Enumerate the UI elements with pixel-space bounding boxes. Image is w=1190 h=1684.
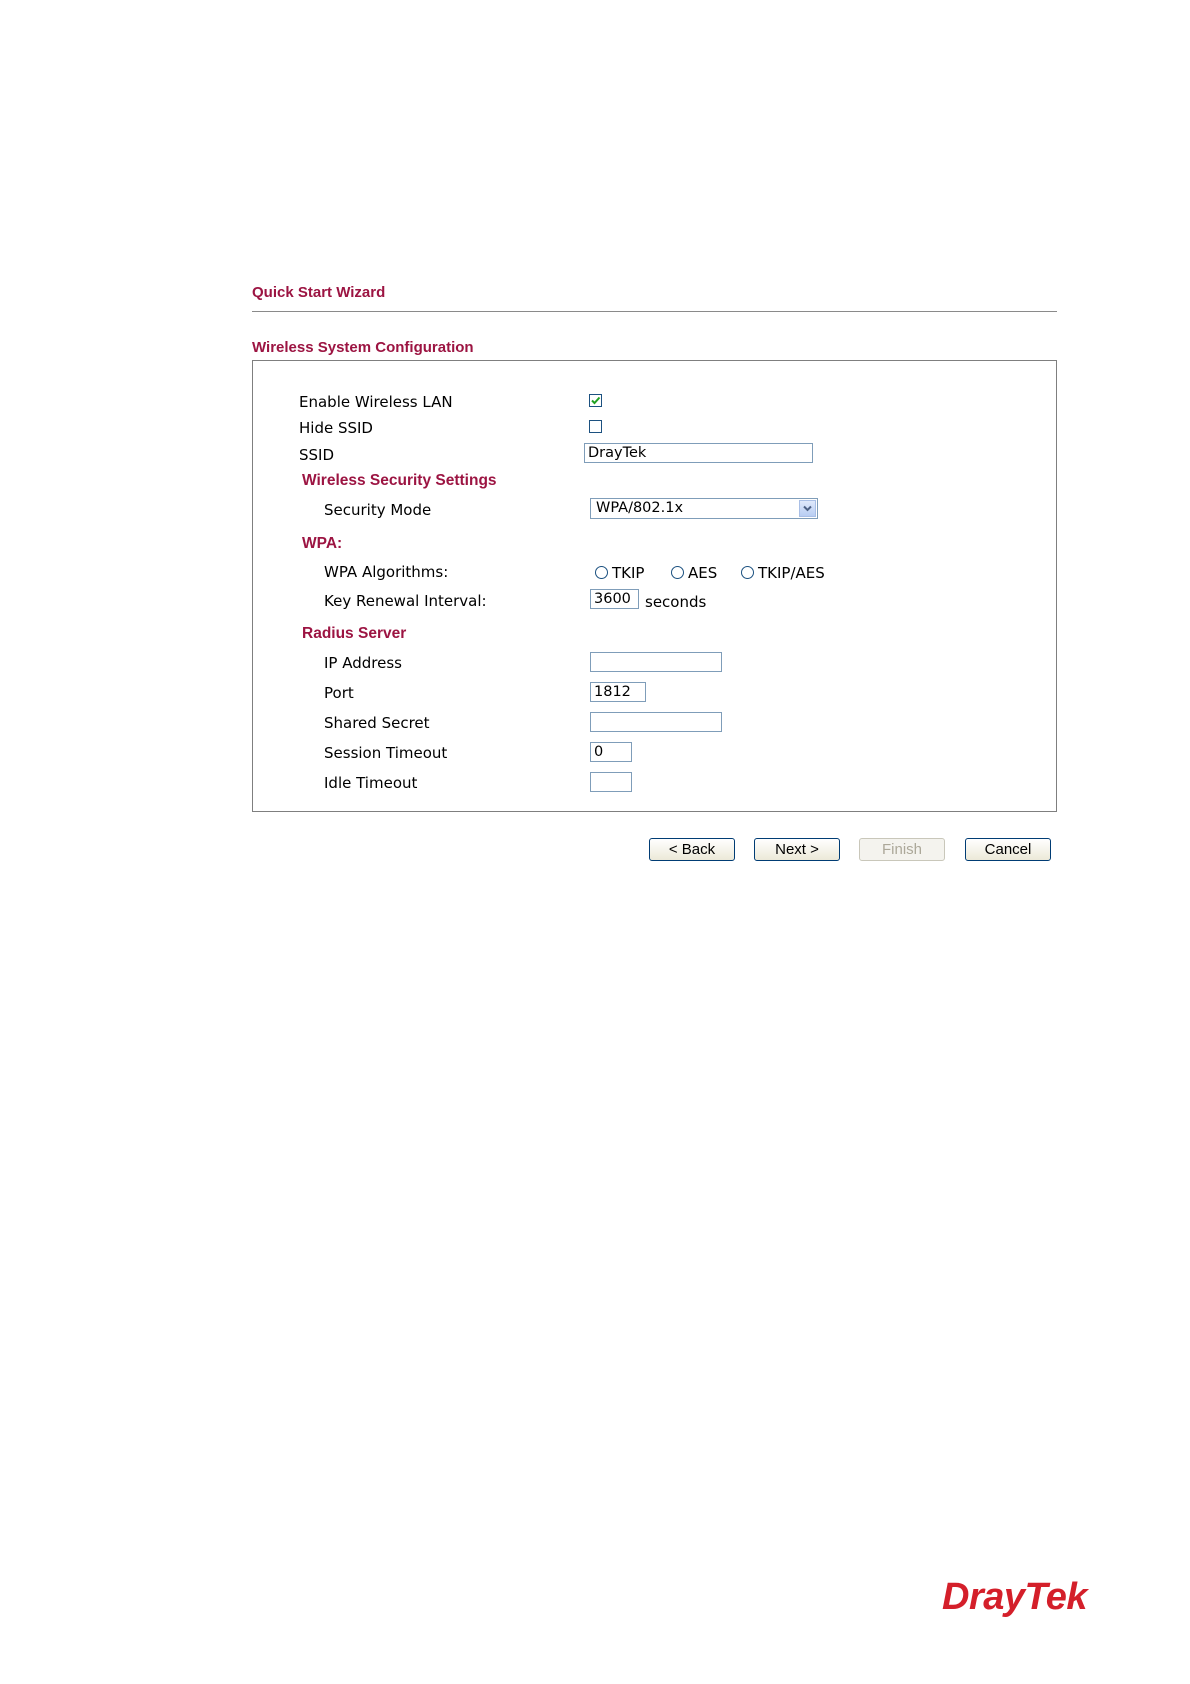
hide-ssid-label: Hide SSID — [299, 419, 373, 437]
wireless-config-panel: Enable Wireless LAN Hide SSID SSID DrayT… — [252, 360, 1057, 812]
ip-address-input[interactable] — [590, 652, 722, 672]
wizard-title: Quick Start Wizard — [252, 284, 386, 301]
port-input[interactable]: 1812 — [590, 682, 646, 702]
security-mode-select[interactable]: WPA/802.1x — [590, 498, 818, 519]
enable-wireless-lan-checkbox[interactable] — [589, 394, 602, 407]
key-renewal-label: Key Renewal Interval: — [324, 592, 487, 610]
radio-aes[interactable] — [671, 566, 684, 579]
radio-tkip-aes[interactable] — [741, 566, 754, 579]
check-icon — [591, 396, 601, 405]
finish-button[interactable]: Finish — [859, 838, 945, 861]
section-title: Wireless System Configuration — [252, 339, 474, 356]
shared-secret-input[interactable] — [590, 712, 722, 732]
key-renewal-input[interactable]: 3600 — [590, 589, 639, 609]
session-timeout-input[interactable]: 0 — [590, 742, 632, 762]
shared-secret-label: Shared Secret — [324, 714, 430, 732]
back-button[interactable]: < Back — [649, 838, 735, 861]
radio-tkip[interactable] — [595, 566, 608, 579]
wpa-algorithms-label: WPA Algorithms: — [324, 563, 449, 581]
title-divider — [252, 311, 1057, 312]
radius-server-heading: Radius Server — [302, 625, 407, 642]
ssid-input[interactable]: DrayTek — [584, 443, 813, 463]
next-button[interactable]: Next > — [754, 838, 840, 861]
session-timeout-label: Session Timeout — [324, 744, 448, 762]
idle-timeout-label: Idle Timeout — [324, 774, 418, 792]
logo-part-tek: Tek — [1024, 1576, 1088, 1618]
ip-address-label: IP Address — [324, 654, 402, 672]
port-label: Port — [324, 684, 354, 702]
security-mode-label: Security Mode — [324, 501, 432, 519]
enable-wireless-lan-label: Enable Wireless LAN — [299, 393, 453, 411]
idle-timeout-input[interactable] — [590, 772, 632, 792]
radio-tkip-aes-label: TKIP/AES — [758, 564, 825, 582]
logo-part-dray: Dray — [942, 1576, 1025, 1618]
ssid-label: SSID — [299, 446, 335, 464]
radio-aes-label: AES — [688, 564, 718, 582]
security-settings-heading: Wireless Security Settings — [302, 472, 497, 489]
hide-ssid-checkbox[interactable] — [589, 420, 602, 433]
draytek-logo: DrayTek — [942, 1576, 1088, 1619]
radio-tkip-label: TKIP — [612, 564, 645, 582]
key-renewal-unit: seconds — [645, 593, 707, 611]
wpa-heading: WPA: — [302, 535, 343, 552]
security-mode-value: WPA/802.1x — [596, 500, 684, 516]
cancel-button[interactable]: Cancel — [965, 838, 1051, 861]
chevron-down-icon[interactable] — [799, 500, 816, 517]
